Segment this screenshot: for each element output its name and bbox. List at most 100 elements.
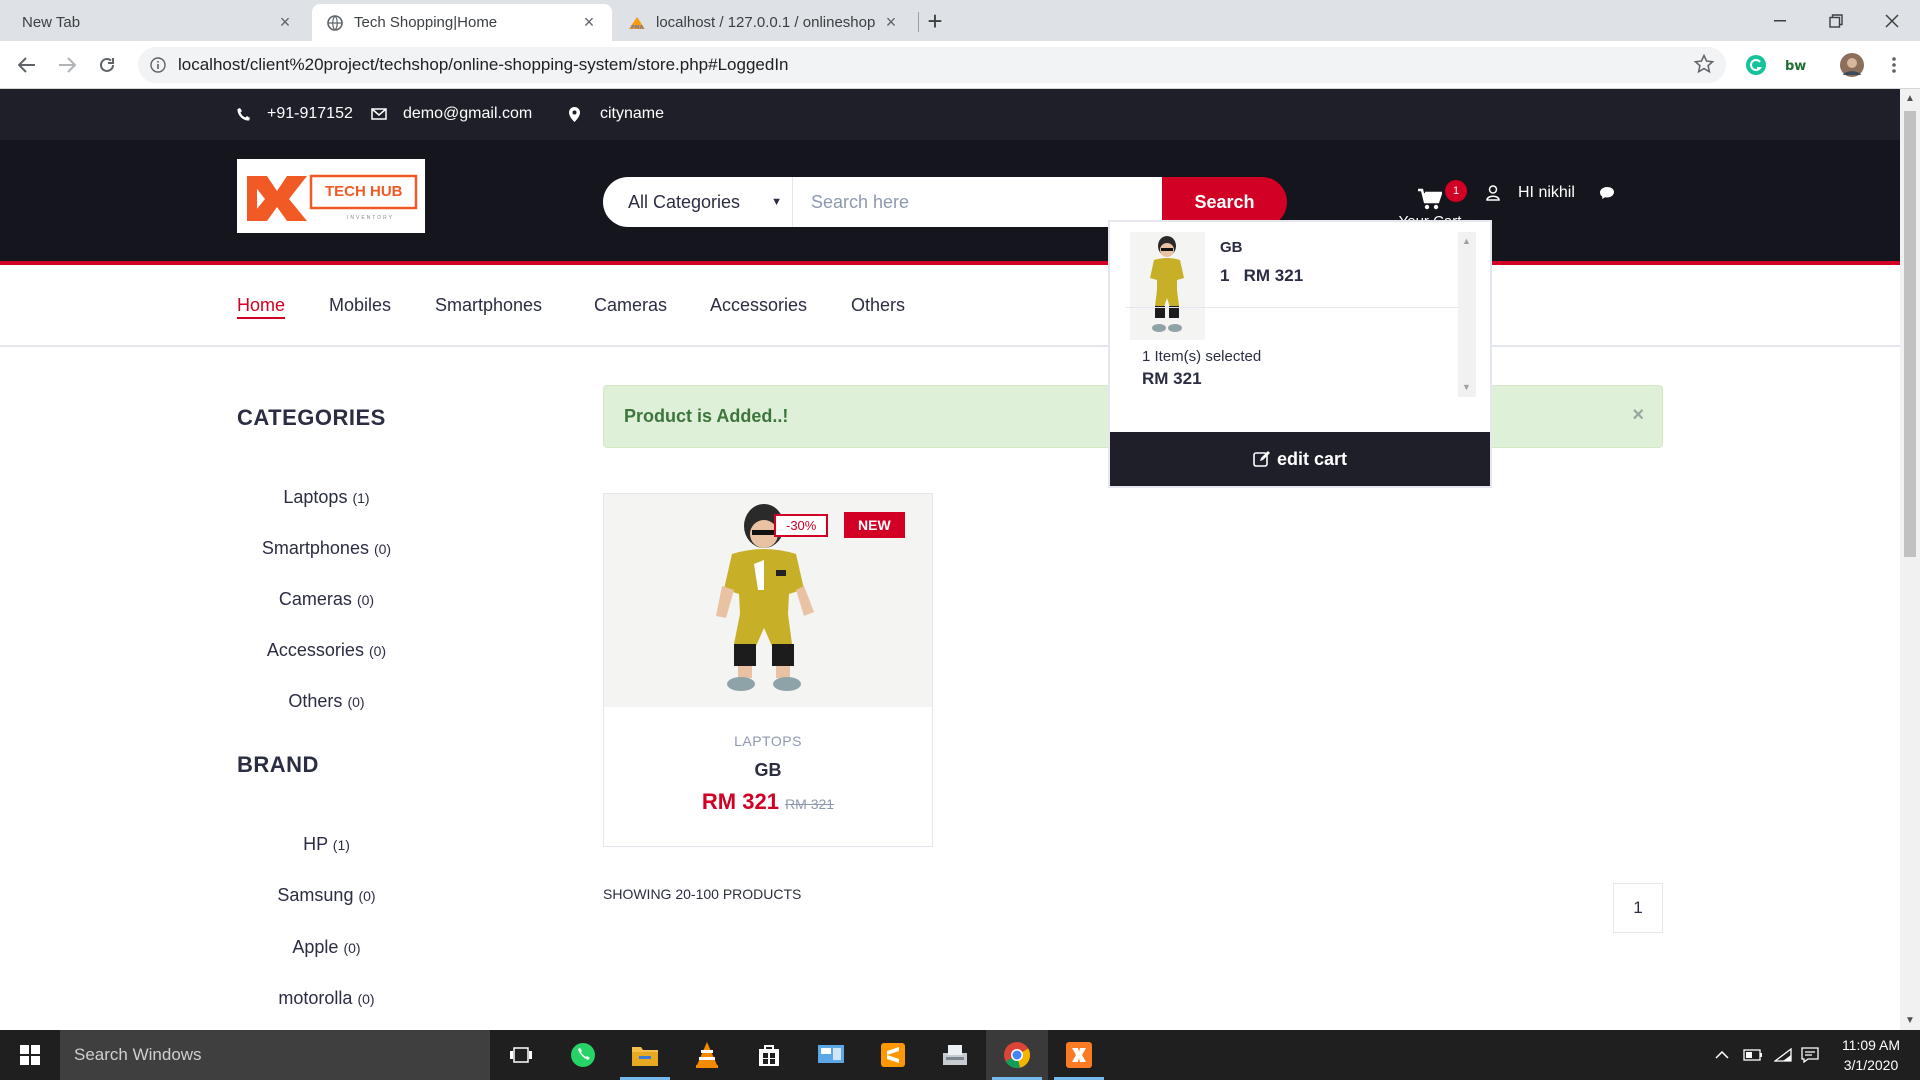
back-arrow-icon[interactable]	[12, 50, 42, 80]
category-name: Others	[288, 691, 343, 711]
tab-close-icon[interactable]: ×	[276, 12, 294, 33]
chrome-icon[interactable]	[986, 1030, 1048, 1080]
page-scrollbar[interactable]: ▲ ▼	[1900, 89, 1920, 1030]
category-count: (0)	[347, 694, 365, 710]
phpmyadmin-icon: PMA	[628, 14, 646, 32]
category-link-laptops[interactable]: Laptops (1)	[237, 487, 416, 508]
brand-heading: BRAND	[237, 752, 319, 777]
scrollbar-thumb[interactable]	[1904, 111, 1916, 557]
categories-heading: CATEGORIES	[237, 405, 386, 430]
xampp-icon[interactable]	[1048, 1030, 1110, 1080]
file-explorer-icon[interactable]	[614, 1030, 676, 1080]
nav-accessories[interactable]: Accessories	[710, 295, 807, 316]
phone-link[interactable]: +91-917152	[237, 105, 353, 123]
email-link[interactable]: demo@gmail.com	[371, 105, 532, 123]
taskbar-clock[interactable]: 11:09 AM 3/1/2020	[1822, 1035, 1920, 1075]
cart-item-price: RM 321	[1243, 266, 1304, 285]
new-tab-plus-icon[interactable]: +	[920, 6, 950, 36]
category-name: Smartphones	[261, 538, 369, 558]
shopping-cart-icon	[1418, 188, 1442, 210]
control-panel-icon[interactable]	[800, 1030, 862, 1080]
brand-link-apple[interactable]: Apple (0)	[237, 937, 416, 958]
top-header: +91-917152 demo@gmail.com cityname	[0, 89, 1900, 140]
brand-link-samsung[interactable]: Samsung (0)	[237, 885, 416, 906]
taskbar-search-box[interactable]: Search Windows	[60, 1030, 490, 1080]
edit-cart-button[interactable]: edit cart	[1110, 432, 1490, 486]
cart-dropdown-scrollbar[interactable]: ▲ ▼	[1458, 232, 1476, 397]
logo-subtext: INVENTORY	[347, 215, 394, 221]
category-link-accessories[interactable]: Accessories (0)	[237, 640, 416, 661]
product-old-price: RM 321	[785, 796, 835, 812]
envelope-icon	[371, 108, 387, 120]
tab-tech-shopping[interactable]: Tech Shopping|Home ×	[312, 4, 612, 41]
brand-link-motorolla[interactable]: motorolla (0)	[237, 988, 416, 1009]
search-input[interactable]	[793, 177, 1162, 227]
category-name: Laptops	[283, 487, 348, 507]
brand-link-hp[interactable]: HP (1)	[237, 834, 416, 855]
scroll-up-arrow-icon[interactable]: ▲	[1905, 93, 1915, 104]
profile-avatar[interactable]	[1838, 51, 1866, 79]
cart-item-name[interactable]: GB	[1220, 239, 1243, 256]
tab-phpmyadmin[interactable]: PMA localhost / 127.0.0.1 / onlineshop ×	[614, 4, 914, 41]
nav-home[interactable]: Home	[237, 295, 286, 319]
svg-text:bw: bw	[1785, 59, 1806, 73]
scroll-down-arrow-icon[interactable]: ▼	[1905, 1015, 1915, 1026]
user-account[interactable]: HI nikhil	[1486, 184, 1615, 202]
location-link[interactable]: cityname	[569, 105, 664, 123]
show-hidden-icons-chevron-icon[interactable]	[1710, 1030, 1734, 1080]
url-bar[interactable]: localhost/client%20project/techshop/onli…	[138, 47, 1726, 83]
grammarly-icon[interactable]	[1742, 51, 1770, 79]
info-icon[interactable]	[138, 57, 178, 73]
category-link-others[interactable]: Others (0)	[237, 691, 416, 712]
search-button[interactable]: Search	[1162, 177, 1287, 227]
url-text: localhost/client%20project/techshop/onli…	[178, 55, 789, 74]
minimize-icon[interactable]	[1752, 0, 1808, 41]
chrome-menu-icon[interactable]	[1880, 51, 1908, 79]
brand-name: Samsung	[277, 885, 354, 905]
bw-extension-icon[interactable]: bw	[1782, 51, 1810, 79]
product-name[interactable]: GB	[604, 760, 932, 781]
battery-icon[interactable]	[1740, 1030, 1766, 1080]
alert-close-icon[interactable]: ×	[1632, 404, 1644, 427]
nav-cameras[interactable]: Cameras	[594, 295, 667, 316]
category-name: Accessories	[266, 640, 364, 660]
window-close-icon[interactable]	[1864, 0, 1920, 41]
product-image[interactable]: -30% NEW	[604, 494, 932, 707]
logo-text: TECH HUB	[325, 183, 403, 200]
sublime-text-icon[interactable]	[862, 1030, 924, 1080]
reload-icon[interactable]	[92, 50, 122, 80]
nav-mobiles[interactable]: Mobiles	[329, 295, 391, 316]
category-link-cameras[interactable]: Cameras (0)	[237, 589, 416, 610]
tab-new-tab[interactable]: New Tab ×	[8, 4, 308, 41]
tab-close-icon[interactable]: ×	[882, 12, 900, 33]
brand-count: (0)	[357, 991, 375, 1007]
windows-fax-icon[interactable]	[924, 1030, 986, 1080]
tab-close-icon[interactable]: ×	[580, 12, 598, 33]
scroll-up-arrow-icon[interactable]: ▲	[1462, 236, 1471, 246]
category-link-smartphones[interactable]: Smartphones (0)	[237, 538, 416, 559]
category-select[interactable]: All Categories ▼	[603, 177, 793, 227]
nav-smartphones[interactable]: Smartphones	[435, 295, 542, 316]
task-view-icon[interactable]	[490, 1030, 552, 1080]
whatsapp-icon[interactable]	[552, 1030, 614, 1080]
phone-icon	[237, 108, 250, 121]
action-center-icon[interactable]	[1798, 1030, 1822, 1080]
pagination-page-1[interactable]: 1	[1613, 883, 1663, 933]
globe-icon	[326, 14, 344, 32]
main-navigation: Home Mobiles Smartphones Cameras Accesso…	[0, 269, 1900, 347]
microsoft-store-icon[interactable]	[738, 1030, 800, 1080]
browser-tab-bar: New Tab × Tech Shopping|Home × PMA local…	[0, 0, 1920, 41]
windows-start-icon[interactable]	[0, 1030, 60, 1080]
tab-title: New Tab	[22, 14, 81, 31]
forward-arrow-icon[interactable]	[52, 50, 82, 80]
scroll-down-arrow-icon[interactable]: ▼	[1462, 382, 1471, 392]
wifi-icon[interactable]	[1770, 1030, 1796, 1080]
site-logo[interactable]: TECH HUB INVENTORY	[237, 159, 425, 233]
nav-others[interactable]: Others	[851, 295, 905, 316]
windows-taskbar: Search Windows 11:09 AM 3/1/2020	[0, 1030, 1920, 1080]
bookmark-star-icon[interactable]	[1693, 53, 1715, 79]
restore-icon[interactable]	[1808, 0, 1864, 41]
comment-icon[interactable]	[1599, 186, 1615, 200]
vlc-icon[interactable]	[676, 1030, 738, 1080]
product-card[interactable]: -30% NEW LAPTOPS GB RM 321 RM 321	[603, 493, 933, 847]
